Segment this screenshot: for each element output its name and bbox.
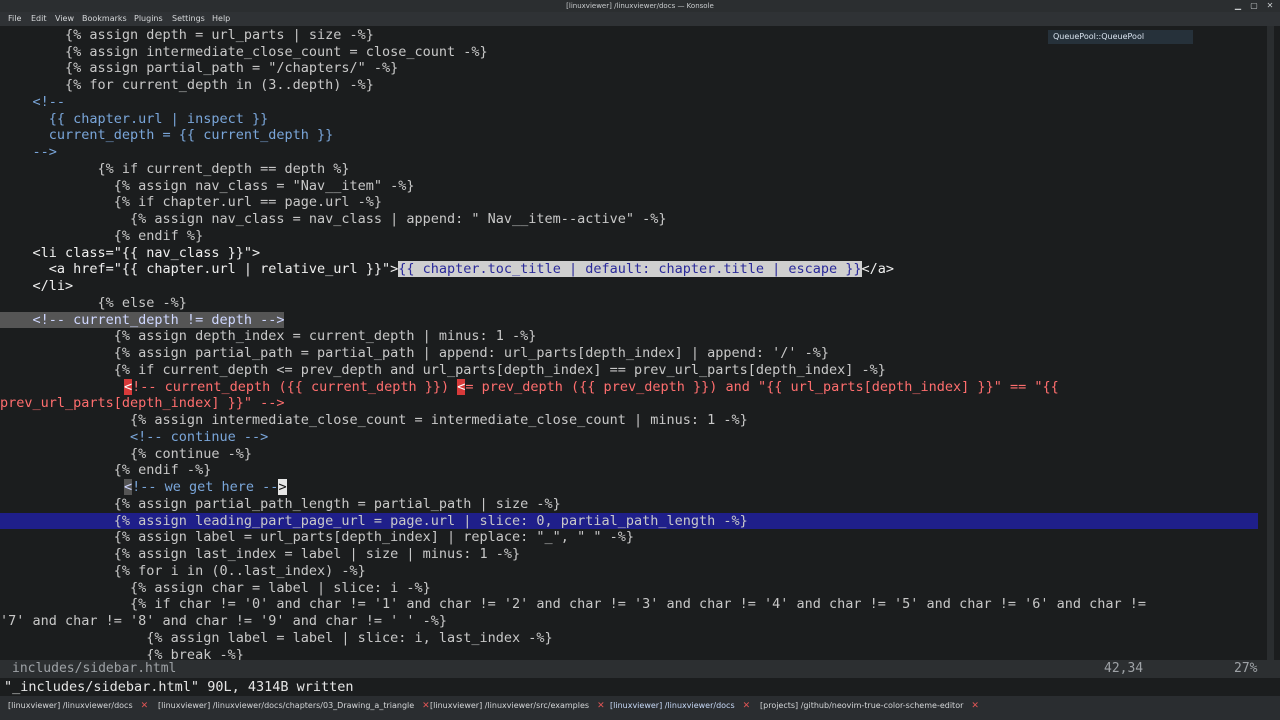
code-line: </li> [0,278,74,295]
code-line: {% for current_depth in (3..depth) -%} [0,77,374,94]
window-title: [linuxviewer] /linuxviewer/docs — Konsol… [566,2,714,10]
code-line: {% continue -%} [0,445,252,462]
code-line: {% assign partial_path = "/chapters/" -%… [0,60,399,77]
current-line: {% assign leading_part_page_url = page.u… [0,512,1258,530]
code-line: <!-- we get here --> [124,479,287,496]
close-tab-icon[interactable]: ✕ [597,701,605,711]
tab-label: [linuxviewer] /linuxviewer/docs [8,701,133,710]
code-line: <a href="{{ chapter.url | relative_url }… [0,261,894,278]
code-line: {{ chapter.url | inspect }} [0,110,269,127]
code-line: {% assign depth = url_parts | size -%} [0,26,374,43]
code-line: --> [0,144,57,161]
status-line: includes/sidebar.html 42,34 27% [0,660,1280,678]
tab-drawing-triangle[interactable]: [linuxviewer] /linuxviewer/docs/chapters… [158,696,430,716]
tab-linuxviewer-docs-active[interactable]: [linuxviewer] /linuxviewer/docs ✕ [610,696,750,716]
window-titlebar: [linuxviewer] /linuxviewer/docs — Konsol… [0,0,1280,12]
menu-bookmarks[interactable]: Bookmarks [82,14,127,23]
code-line: {% assign label = label | slice: i, last… [0,629,553,646]
code-line: <!-- current_depth ({{ current_depth }})… [124,378,1059,396]
close-tab-icon[interactable]: ✕ [971,701,979,711]
code-line: {% assign intermediate_close_count = clo… [0,43,488,60]
menu-file[interactable]: File [8,14,21,23]
code-line: {% assign last_index = label | size | mi… [0,546,521,563]
search-match: < [124,479,133,496]
close-tab-icon[interactable]: ✕ [141,701,149,711]
menu-view[interactable]: View [55,14,74,23]
tab-src-examples[interactable]: [linuxviewer] /linuxviewer/src/examples ✕ [430,696,605,716]
close-tab-icon[interactable]: ✕ [422,701,430,711]
selected-text: {{ chapter.toc_title | default: chapter.… [398,261,862,278]
cursor-position: 42,34 [1104,661,1144,676]
code-line: prev_url_parts[depth_index] }}" --> [0,395,285,412]
code-line: {% endif -%} [0,462,212,479]
tab-bar: [linuxviewer] /linuxviewer/docs ✕ [linuxv… [0,696,1280,720]
minimize-icon[interactable]: ▁ [1234,0,1242,12]
code-line: {% assign nav_class = nav_class | append… [0,211,667,228]
code-line: {% if current_depth == depth %} [0,160,350,177]
command-line[interactable]: "_includes/sidebar.html" 90L, 4314B writ… [0,678,1280,696]
search-match: <!-- current_depth != depth --> [0,311,285,328]
code-line: current_depth = {{ current_depth }} [0,127,334,144]
menu-settings[interactable]: Settings [172,14,205,23]
code-segment: !-- we get here -- [132,479,279,496]
code-editor[interactable]: {% assign depth = url_parts | size -%} {… [0,26,1280,663]
menu-bar: File Edit View Bookmarks Plugins Setting… [0,12,1280,26]
code-line: '7' and char != '8' and char != '9' and … [0,613,448,630]
diagnostic-mark: < [124,378,133,395]
code-line: {% if current_depth <= prev_depth and ur… [0,361,886,378]
tab-linuxviewer-docs[interactable]: [linuxviewer] /linuxviewer/docs ✕ [8,696,148,716]
close-tab-icon[interactable]: ✕ [743,701,751,711]
tab-neovim-scheme-editor[interactable]: [projects] /github/neovim-true-color-sch… [760,696,979,716]
code-line: {% if chapter.url == page.url -%} [0,194,383,211]
code-line: {% assign depth_index = current_depth | … [0,328,537,345]
code-line: {% for i in (0..last_index) -%} [0,562,366,579]
tab-label: [linuxviewer] /linuxviewer/docs [610,701,735,710]
maximize-icon[interactable]: ▢ [1250,0,1258,12]
tab-label: [linuxviewer] /linuxviewer/src/examples [430,701,590,710]
scrollbar-track[interactable] [1267,26,1274,662]
menu-help[interactable]: Help [212,14,230,23]
menu-plugins[interactable]: Plugins [134,14,163,23]
tooltip: QueuePool::QueuePool [1048,30,1193,44]
code-line: {% if char != '0' and char != '1' and ch… [0,596,1147,613]
code-line: {% else -%} [0,294,187,311]
scroll-percent: 27% [1234,661,1258,676]
code-line: <!-- current_depth != depth --> [0,311,285,329]
code-line: {% assign partial_path_length = partial_… [0,495,561,512]
menu-edit[interactable]: Edit [31,14,47,23]
code-segment: !-- current_depth ({{ current_depth }}) [132,378,458,395]
code-segment: <a href="{{ chapter.url | relative_url }… [0,261,399,278]
tab-label: [projects] /github/neovim-true-color-sch… [760,701,964,710]
code-line: <li class="{{ nav_class }}"> [0,244,261,261]
code-line: {% assign label = url_parts[depth_index]… [0,529,634,546]
code-line: {% assign intermediate_close_count = int… [0,412,748,429]
code-line: <!-- continue --> [0,428,269,445]
code-line: {% assign char = label | slice: i -%} [0,579,431,596]
code-segment: = prev_depth ({{ prev_depth }}) and "{{ … [465,378,1059,395]
tab-label: [linuxviewer] /linuxviewer/docs/chapters… [158,701,415,710]
close-icon[interactable]: ✕ [1266,0,1274,12]
code-line: {% endif %} [0,227,204,244]
vertical-scrollbar[interactable] [1261,26,1280,662]
code-segment: </a> [861,261,895,278]
code-line: {% assign nav_class = "Nav__item" -%} [0,177,415,194]
text-cursor: > [278,479,287,496]
code-line: <!-- [0,93,66,110]
status-filename: includes/sidebar.html [12,661,177,676]
code-line: {% assign partial_path = partial_path | … [0,345,830,362]
